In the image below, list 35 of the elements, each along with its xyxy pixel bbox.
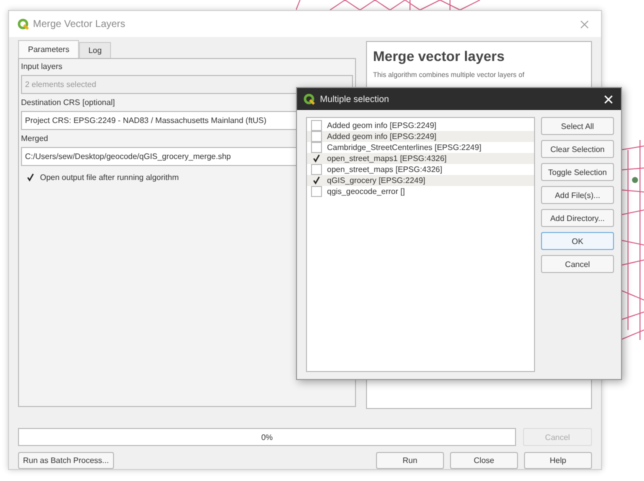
checkbox[interactable] [311,175,322,186]
checkbox-label: Open output file after running algorithm [40,173,179,182]
list-item[interactable]: qGIS_grocery [EPSG:2249] [307,175,534,186]
checkbox[interactable] [25,172,36,183]
dialog-button[interactable]: Add File(s)... [541,186,614,204]
field-label: Merged [21,133,48,144]
batch-process-button[interactable]: Run as Batch Process... [18,452,114,469]
dialog-button[interactable]: Add Directory... [541,209,614,227]
dialog-button[interactable]: OK [541,232,614,250]
checkbox[interactable] [311,164,322,175]
tab[interactable]: Parameters [18,40,80,59]
dialog-button[interactable]: Clear Selection [541,140,614,158]
dialog-title: Multiple selection [320,94,390,104]
checkbox[interactable] [311,131,322,142]
checkbox[interactable] [311,120,322,131]
app-logo-icon [303,93,315,105]
dialog-button[interactable]: Help [524,452,592,469]
checkbox[interactable] [311,142,322,153]
list-item[interactable]: Added geom info [EPSG:2249] [307,131,534,142]
field-label: Destination CRS [optional] [21,97,115,108]
tab[interactable]: Log [79,42,111,59]
dialog-button[interactable]: Run [376,452,444,469]
dialog-button[interactable]: Cancel [541,255,614,273]
window-title: Merge Vector Layers [33,18,126,30]
dialog-button[interactable]: Select All [541,117,614,135]
field-label: Input layers [21,61,62,72]
list-item[interactable]: open_street_maps [EPSG:4326] [307,164,534,175]
list-item[interactable]: qgis_geocode_error [] [307,186,534,197]
dialog-button[interactable]: Toggle Selection [541,163,614,181]
list-item[interactable]: open_street_maps1 [EPSG:4326] [307,153,534,164]
help-title: Merge vector layers [373,48,506,64]
app-logo-icon [17,18,29,30]
dialog-button[interactable]: Close [450,452,518,469]
checkbox[interactable] [311,186,322,197]
checkbox[interactable] [311,153,322,164]
